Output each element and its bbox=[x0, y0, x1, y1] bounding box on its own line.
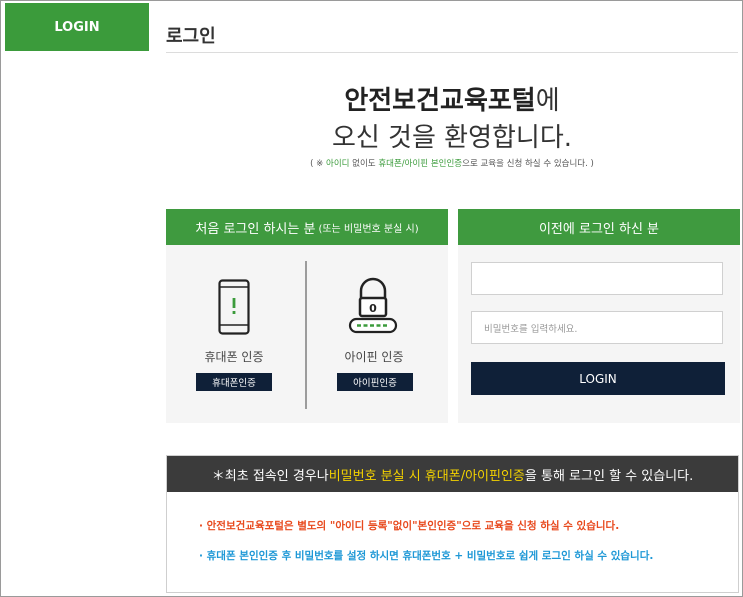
portal-name: 안전보건교육포털 bbox=[344, 86, 536, 116]
ipin-auth-button[interactable]: 아이핀인증 bbox=[337, 373, 413, 391]
lock-icon: 0 bbox=[348, 277, 398, 334]
first-login-header: 처음 로그인 하시는 분 (또는 비밀번호 분실 시) bbox=[166, 209, 448, 245]
info-header: ＊최초 접속인 경우나 비밀번호 분실 시 휴대폰/아이핀인증 을 통해 로그인 … bbox=[167, 456, 738, 492]
phone-auth-button[interactable]: 휴대폰인증 bbox=[196, 373, 272, 391]
first-login-header-sub: (또는 비밀번호 분실 시) bbox=[318, 223, 419, 235]
returning-login-header: 이전에 로그인 하신 분 bbox=[458, 209, 740, 245]
page-title: 로그인 bbox=[166, 26, 216, 47]
info-header-prefix: ＊최초 접속인 경우나 bbox=[211, 468, 329, 484]
info-header-highlight: 비밀번호 분실 시 휴대폰/아이핀인증 bbox=[328, 468, 525, 484]
info-header-suffix: 을 통해 로그인 할 수 있습니다. bbox=[524, 468, 694, 484]
notice-prefix: ( ※ bbox=[310, 159, 326, 169]
first-login-header-main: 처음 로그인 하시는 분 bbox=[195, 221, 316, 237]
title-divider bbox=[166, 52, 738, 53]
notice-cert: 휴대폰/아이핀 본인인증 bbox=[378, 159, 463, 169]
notice-suffix: 으로 교육을 신청 하실 수 있습니다. ) bbox=[462, 159, 594, 169]
first-login-panel: 처음 로그인 하시는 분 (또는 비밀번호 분실 시) 0 휴대폰 인증 휴대폰인… bbox=[166, 209, 448, 423]
ipin-auth-label: 아이핀 인증 bbox=[344, 350, 404, 364]
notice-text: ( ※ 아이디 없이도 휴대폰/아이핀 본인인증으로 교육을 신청 하실 수 있… bbox=[166, 157, 738, 169]
notice-id: 아이디 bbox=[326, 159, 350, 169]
returning-login-panel: 이전에 로그인 하신 분 비밀번호를 입력하세요. LOGIN bbox=[458, 209, 740, 423]
user-id-input[interactable] bbox=[471, 262, 723, 295]
login-button[interactable]: LOGIN bbox=[471, 362, 725, 395]
info-box: ＊최초 접속인 경우나 비밀번호 분실 시 휴대폰/아이핀인증 을 통해 로그인 … bbox=[166, 455, 739, 593]
phone-icon bbox=[218, 279, 250, 335]
welcome-suffix: 에 bbox=[535, 86, 560, 116]
lock-digit: 0 bbox=[369, 302, 377, 315]
notice-mid: 없이도 bbox=[349, 159, 379, 169]
info-line-1: · 안전보건교육포털은 별도의 "아이디 등록"없이"본인인증"으로 교육을 신… bbox=[199, 520, 620, 532]
welcome-subheading: 오신 것을 환영합니다. bbox=[331, 123, 573, 153]
sidebar-login-tab[interactable]: LOGIN bbox=[5, 3, 149, 51]
welcome-heading: 안전보건교육포털에 bbox=[166, 80, 738, 117]
info-line-2: · 휴대폰 본인인증 후 비밀번호를 설정 하시면 휴대폰번호 + 비밀번호로 … bbox=[199, 550, 654, 562]
panel-divider bbox=[305, 261, 307, 409]
phone-auth-label: 휴대폰 인증 bbox=[204, 350, 264, 364]
password-input[interactable]: 비밀번호를 입력하세요. bbox=[471, 311, 723, 344]
